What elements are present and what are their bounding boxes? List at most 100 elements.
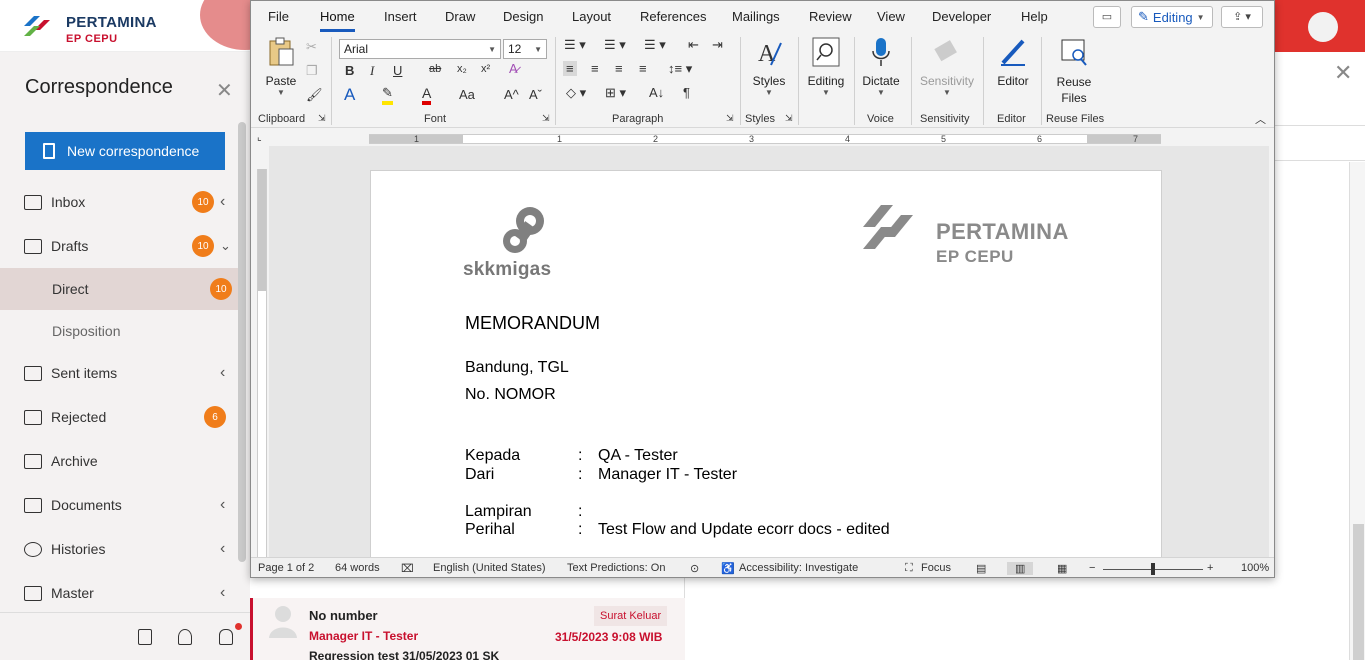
increase-indent-icon[interactable]: ⇥ xyxy=(712,37,723,53)
sidebar-item-sent-items[interactable]: Sent items ‹ xyxy=(0,353,240,393)
text-predictions-status[interactable]: Text Predictions: On xyxy=(567,562,665,574)
focus-icon[interactable]: ⛶ xyxy=(905,562,913,575)
tab-developer[interactable]: Developer xyxy=(932,9,991,24)
superscript-button[interactable]: x² xyxy=(481,63,490,75)
dictate-button[interactable]: Dictate ▼ xyxy=(859,37,903,97)
chevron-left-icon[interactable]: ‹ xyxy=(220,540,225,558)
text-effects-icon[interactable]: A xyxy=(344,85,355,105)
page-count[interactable]: Page 1 of 2 xyxy=(258,562,314,574)
document-page[interactable]: skkmigas PERTAMINA EP CEPU MEMORANDUM Ba… xyxy=(370,170,1162,570)
tab-home[interactable]: Home xyxy=(320,9,355,32)
zoom-level[interactable]: 100% xyxy=(1241,562,1269,574)
shrink-font-icon[interactable]: Aˇ xyxy=(529,87,542,102)
sidebar-item-direct[interactable]: Direct 10 xyxy=(0,268,240,310)
highlight-icon[interactable]: ✎ xyxy=(382,85,393,105)
line-spacing-icon[interactable]: ↕≡ ▾ xyxy=(668,61,692,77)
subscript-button[interactable]: x₂ xyxy=(457,63,467,75)
bullets-icon[interactable]: ☰ ▾ xyxy=(564,37,586,53)
new-correspondence-button[interactable]: New correspondence xyxy=(25,132,225,170)
shading-icon[interactable]: ◇ ▾ xyxy=(566,85,586,101)
web-layout-icon[interactable]: ▦ xyxy=(1057,562,1067,575)
dialog-launcher-icon[interactable]: ⇲ xyxy=(542,113,550,124)
accessibility-icon[interactable]: ♿ xyxy=(721,562,735,575)
vertical-ruler[interactable] xyxy=(257,169,267,559)
zoom-in-icon[interactable]: + xyxy=(1207,562,1213,574)
sidebar-item-rejected[interactable]: Rejected 6 xyxy=(0,397,240,437)
word-count[interactable]: 64 words xyxy=(335,562,380,574)
reuse-files-button[interactable]: Reuse Files xyxy=(1047,37,1101,106)
justify-button[interactable]: ≡ xyxy=(639,61,647,76)
user-settings-icon[interactable] xyxy=(178,629,192,645)
align-left-button[interactable]: ≡ xyxy=(563,61,577,76)
editing-mode-button[interactable]: ✎ Editing ▼ xyxy=(1131,6,1213,28)
language-status[interactable]: English (United States) xyxy=(433,562,546,574)
document-canvas[interactable]: skkmigas PERTAMINA EP CEPU MEMORANDUM Ba… xyxy=(269,146,1269,570)
chevron-left-icon[interactable]: ‹ xyxy=(220,193,225,211)
chevron-left-icon[interactable]: ‹ xyxy=(220,584,225,602)
avatar[interactable] xyxy=(1308,12,1338,42)
numbering-icon[interactable]: ☰ ▾ xyxy=(604,37,626,53)
sidebar-item-inbox[interactable]: Inbox 10 ‹ xyxy=(0,182,240,222)
font-color-icon[interactable]: A xyxy=(422,85,432,105)
decrease-indent-icon[interactable]: ⇤ xyxy=(688,37,699,53)
clear-formatting-icon[interactable]: A̷ xyxy=(509,61,518,76)
show-formatting-icon[interactable]: ¶ xyxy=(683,85,690,100)
tab-mailings[interactable]: Mailings xyxy=(732,9,780,24)
close-icon[interactable]: ✕ xyxy=(216,78,233,103)
tab-view[interactable]: View xyxy=(877,9,905,24)
sidebar-item-documents[interactable]: Documents ‹ xyxy=(0,485,240,525)
macro-recording-icon[interactable]: ⊙ xyxy=(690,562,699,575)
bold-button[interactable]: B xyxy=(345,63,354,78)
tab-references[interactable]: References xyxy=(640,9,706,24)
scroll-thumb[interactable] xyxy=(1353,524,1364,660)
underline-button[interactable]: U xyxy=(393,63,402,78)
styles-button[interactable]: A Styles ▼ xyxy=(747,37,791,97)
cut-icon[interactable]: ✂ xyxy=(306,39,317,55)
italic-button[interactable]: I xyxy=(370,63,374,79)
tab-help[interactable]: Help xyxy=(1021,9,1048,24)
align-right-button[interactable]: ≡ xyxy=(615,61,623,76)
chevron-left-icon[interactable]: ‹ xyxy=(220,496,225,514)
horizontal-ruler[interactable]: 1 1 2 3 4 5 6 7 xyxy=(369,134,1161,144)
dialog-launcher-icon[interactable]: ⇲ xyxy=(318,113,326,124)
tab-design[interactable]: Design xyxy=(503,9,543,24)
editor-button[interactable]: Editor xyxy=(991,37,1035,88)
close-icon[interactable]: ✕ xyxy=(1334,60,1352,86)
multilevel-list-icon[interactable]: ☰ ▾ xyxy=(644,37,666,53)
tab-insert[interactable]: Insert xyxy=(384,9,417,24)
format-painter-icon[interactable]: 🖌 xyxy=(306,87,323,103)
paste-button[interactable]: Paste ▼ xyxy=(263,37,299,97)
read-mode-icon[interactable]: ▤ xyxy=(976,562,986,575)
zoom-slider-thumb[interactable] xyxy=(1151,563,1155,575)
tab-file[interactable]: File xyxy=(268,9,289,24)
sidebar-item-master[interactable]: Master ‹ xyxy=(0,573,240,613)
tab-layout[interactable]: Layout xyxy=(572,9,611,24)
sort-icon[interactable]: A↓ xyxy=(649,85,664,100)
sidebar-item-archive[interactable]: Archive xyxy=(0,441,240,481)
tab-selector-icon[interactable]: ⌞ xyxy=(257,132,262,143)
sensitivity-button[interactable]: Sensitivity ▼ xyxy=(917,37,977,97)
tab-draw[interactable]: Draw xyxy=(445,9,475,24)
editing-button[interactable]: Editing ▼ xyxy=(804,37,848,97)
sidebar-item-drafts[interactable]: Drafts 10 ⌄ xyxy=(0,226,240,266)
sidebar-scrollbar[interactable] xyxy=(238,122,246,562)
proofing-icon[interactable]: ⌧ xyxy=(401,562,414,575)
font-size-select[interactable]: 12 ▼ xyxy=(503,39,547,59)
panel-scrollbar[interactable] xyxy=(1349,162,1365,660)
align-center-button[interactable]: ≡ xyxy=(591,61,599,76)
dialog-launcher-icon[interactable]: ⇲ xyxy=(785,113,793,124)
sidebar-item-disposition[interactable]: Disposition xyxy=(0,310,240,352)
sidebar-item-histories[interactable]: Histories ‹ xyxy=(0,529,240,569)
grow-font-icon[interactable]: A^ xyxy=(504,87,519,102)
dialog-launcher-icon[interactable]: ⇲ xyxy=(726,113,734,124)
accessibility-status[interactable]: Accessibility: Investigate xyxy=(739,562,858,574)
document-icon[interactable] xyxy=(138,629,152,645)
font-name-select[interactable]: Arial ▼ xyxy=(339,39,501,59)
chevron-down-icon[interactable]: ⌄ xyxy=(220,238,231,254)
bell-icon[interactable] xyxy=(219,629,233,645)
copy-icon[interactable]: ❐ xyxy=(306,63,318,79)
borders-icon[interactable]: ⊞ ▾ xyxy=(605,85,626,101)
strikethrough-button[interactable]: ab xyxy=(429,63,441,75)
zoom-out-icon[interactable]: − xyxy=(1089,562,1095,574)
share-button[interactable]: ⇪ ▾ xyxy=(1221,6,1263,28)
